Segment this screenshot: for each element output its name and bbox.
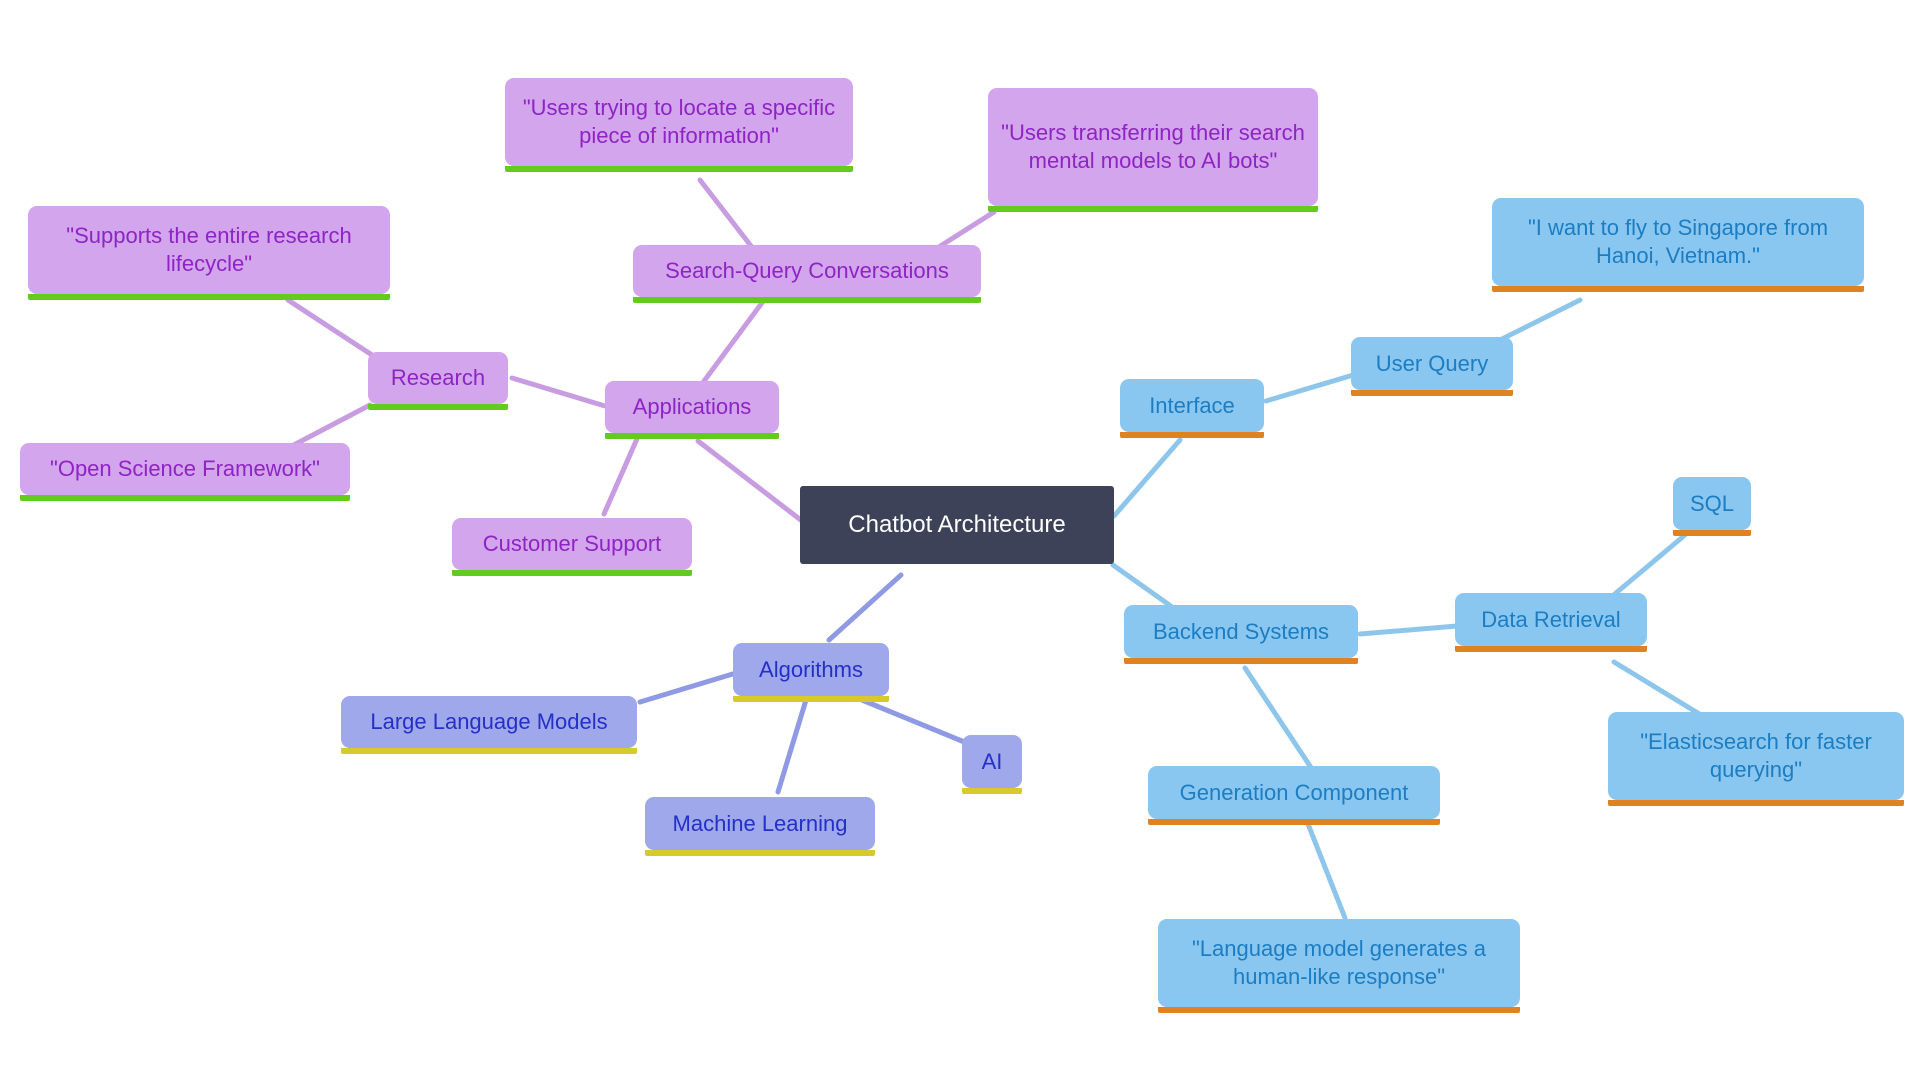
node-label: Customer Support	[482, 531, 662, 557]
node-research[interactable]: Research	[368, 352, 508, 410]
node-accent-bar	[1492, 286, 1864, 292]
edge-root-applications	[695, 438, 809, 527]
node-accent-bar	[605, 433, 779, 439]
edge-interface-user-query	[1263, 370, 1363, 404]
node-label: "Users trying to locate a specific piece…	[522, 95, 836, 148]
node-accent-bar	[505, 166, 853, 172]
node-research-quote-osf[interactable]: "Open Science Framework"	[20, 443, 350, 501]
edge-algorithms-llm	[637, 670, 739, 705]
node-accent-bar	[452, 570, 692, 576]
node-user-query[interactable]: User Query	[1351, 337, 1513, 396]
node-generation-component[interactable]: Generation Component	[1148, 766, 1440, 825]
node-label: Machine Learning	[672, 810, 848, 836]
node-machine-learning[interactable]: Machine Learning	[645, 797, 875, 856]
node-research-quote-lifecycle[interactable]: "Supports the entire research lifecycle"	[28, 206, 390, 300]
node-accent-bar	[368, 404, 508, 410]
mind-map-canvas: Chatbot Architecture Applications Resear…	[0, 0, 1920, 1080]
node-sqc-quote-mental-models[interactable]: "Users transferring their search mental …	[988, 88, 1318, 212]
node-accent-bar	[1120, 432, 1264, 438]
node-generation-quote[interactable]: "Language model generates a human-like r…	[1158, 919, 1520, 1013]
node-backend-systems[interactable]: Backend Systems	[1124, 605, 1358, 664]
node-elasticsearch-quote[interactable]: "Elasticsearch for faster querying"	[1608, 712, 1904, 806]
node-accent-bar	[341, 748, 637, 754]
node-applications-label: Applications	[632, 394, 752, 420]
node-accent-bar	[1148, 819, 1440, 825]
node-applications[interactable]: Applications	[605, 381, 779, 439]
edge-applications-customer-support	[601, 429, 643, 517]
node-sqc-quote-locate[interactable]: "Users trying to locate a specific piece…	[505, 78, 853, 172]
node-data-retrieval[interactable]: Data Retrieval	[1455, 593, 1647, 652]
edge-generation-component-quote	[1305, 821, 1348, 921]
node-root[interactable]: Chatbot Architecture	[800, 486, 1114, 564]
node-label: "Supports the entire research lifecycle"	[66, 223, 352, 276]
node-customer-support[interactable]: Customer Support	[452, 518, 692, 576]
node-accent-bar	[1673, 530, 1751, 536]
edge-data-retrieval-sql	[1607, 532, 1688, 601]
node-label: Search-Query Conversations	[665, 258, 949, 284]
node-accent-bar	[20, 495, 350, 501]
node-label: "Elasticsearch for faster querying"	[1640, 729, 1872, 782]
node-accent-bar	[1608, 800, 1904, 806]
edge-research-quote-lifecycle	[285, 297, 375, 358]
node-label: Generation Component	[1179, 779, 1409, 805]
edge-root-algorithms	[826, 572, 904, 643]
node-accent-bar	[733, 696, 889, 702]
node-accent-bar	[988, 206, 1318, 212]
node-label: Algorithms	[759, 656, 863, 682]
node-label: AI	[981, 748, 1003, 774]
node-interface[interactable]: Interface	[1120, 379, 1264, 438]
node-accent-bar	[633, 297, 981, 303]
node-accent-bar	[1158, 1007, 1520, 1013]
node-label: Interface	[1149, 392, 1235, 418]
node-search-query-conversations[interactable]: Search-Query Conversations	[633, 245, 981, 303]
node-label: "Open Science Framework"	[50, 456, 320, 482]
node-user-query-example[interactable]: "I want to fly to Singapore from Hanoi, …	[1492, 198, 1864, 292]
node-label: "Users transferring their search mental …	[1001, 120, 1305, 173]
node-label: Data Retrieval	[1481, 606, 1621, 632]
node-algorithms[interactable]: Algorithms	[733, 643, 889, 702]
node-accent-bar	[1124, 658, 1358, 664]
edge-algorithms-machine-learning	[775, 697, 809, 795]
edge-algorithms-ai	[859, 697, 977, 749]
node-accent-bar	[962, 788, 1022, 794]
edge-backend-generation-component	[1242, 665, 1319, 778]
node-large-language-models[interactable]: Large Language Models	[341, 696, 637, 754]
node-research-label: Research	[390, 365, 486, 391]
node-accent-bar	[645, 850, 875, 856]
node-accent-bar	[28, 294, 390, 300]
node-ai[interactable]: AI	[962, 735, 1022, 794]
node-label: Backend Systems	[1152, 618, 1330, 644]
node-label: Large Language Models	[370, 709, 608, 735]
node-label: User Query	[1375, 350, 1489, 376]
edge-research-quote-osf	[287, 402, 373, 450]
edge-root-interface	[1111, 437, 1183, 519]
node-accent-bar	[1351, 390, 1513, 396]
node-label: SQL	[1689, 490, 1735, 516]
node-label: "Language model generates a human-like r…	[1191, 936, 1487, 989]
edge-applications-research	[509, 375, 608, 409]
edge-data-retrieval-elasticsearch	[1611, 659, 1709, 721]
node-sql[interactable]: SQL	[1673, 477, 1751, 536]
node-label: "I want to fly to Singapore from Hanoi, …	[1527, 215, 1829, 268]
node-accent-bar	[1455, 646, 1647, 652]
edge-search-query-quote-locate	[697, 177, 761, 258]
edge-backend-data-retrieval	[1357, 623, 1460, 637]
